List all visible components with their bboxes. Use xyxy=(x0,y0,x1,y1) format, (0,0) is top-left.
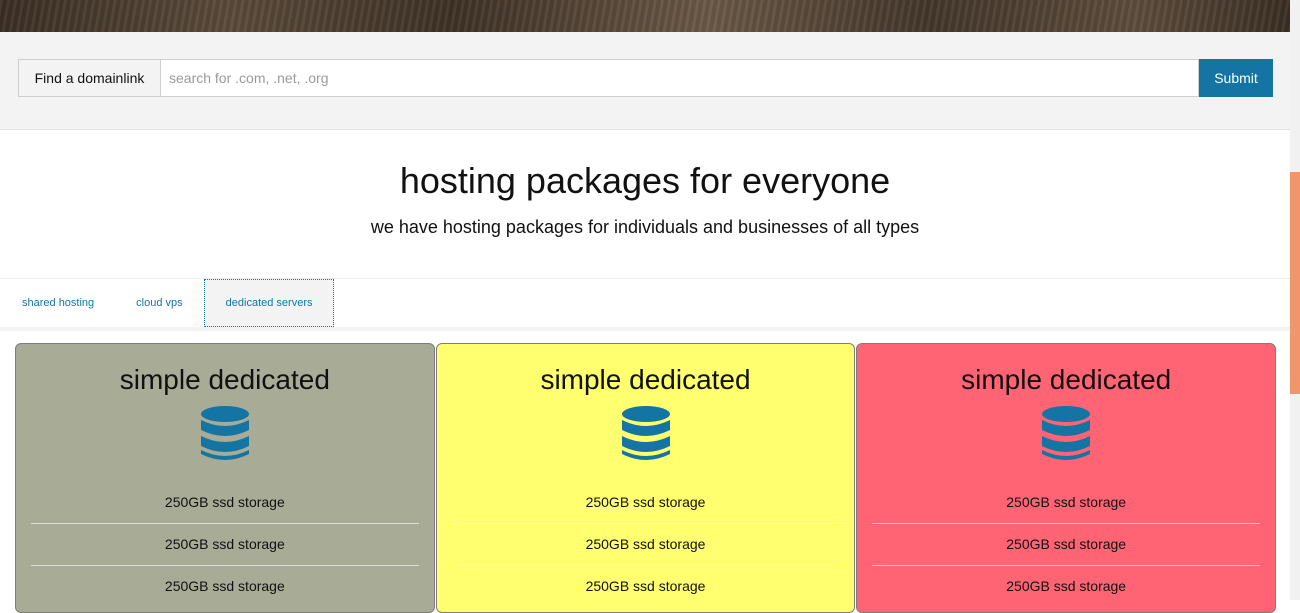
page-title: hosting packages for everyone xyxy=(399,160,891,201)
feature-item: 250GB ssd storage xyxy=(585,578,706,594)
card-title: simple dedicated xyxy=(540,364,751,395)
database-icon xyxy=(1042,406,1091,460)
database-icon xyxy=(200,406,249,460)
feature-item: 250GB ssd storage xyxy=(451,524,840,566)
domain-search-input[interactable] xyxy=(161,59,1199,97)
scrollbar-thumb[interactable] xyxy=(1290,172,1300,394)
feature-item: 250GB ssd storage xyxy=(164,578,285,594)
hosting-tabs: shared hosting cloud vps dedicated serve… xyxy=(0,278,1290,331)
hero-image-strip xyxy=(0,0,1290,32)
tab-shared-hosting[interactable]: shared hosting xyxy=(0,279,115,327)
database-icon xyxy=(621,406,670,460)
scrollbar[interactable] xyxy=(1290,0,1300,600)
tab-dedicated-servers[interactable]: dedicated servers xyxy=(203,279,335,327)
feature-item: 250GB ssd storage xyxy=(872,482,1261,524)
feature-list: 250GB ssd storage 250GB ssd storage 250G… xyxy=(31,482,419,607)
feature-list: 250GB ssd storage 250GB ssd storage 250G… xyxy=(872,482,1261,607)
pricing-card: simple dedicated 250GB ssd storage 250GB… xyxy=(435,343,856,613)
feature-item: 250GB ssd storage xyxy=(31,524,419,566)
pricing-card: simple dedicated 250GB ssd storage 250GB… xyxy=(856,343,1277,613)
page-subtitle: we have hosting packages for individuals… xyxy=(370,217,920,237)
card-title: simple dedicated xyxy=(961,364,1172,395)
domain-search-band: Find a domainlink Submit xyxy=(0,32,1290,130)
feature-item: 250GB ssd storage xyxy=(451,482,840,524)
feature-item: 250GB ssd storage xyxy=(31,482,419,524)
feature-item: 250GB ssd storage xyxy=(1006,578,1127,594)
pricing-card: simple dedicated 250GB ssd storage 250GB… xyxy=(15,343,435,613)
pricing-cards: simple dedicated 250GB ssd storage 250GB… xyxy=(15,343,1277,613)
submit-button[interactable]: Submit xyxy=(1199,59,1273,97)
domain-search-label: Find a domainlink xyxy=(18,59,161,97)
domain-search-form: Find a domainlink Submit xyxy=(18,59,1273,97)
feature-item: 250GB ssd storage xyxy=(872,524,1261,566)
feature-list: 250GB ssd storage 250GB ssd storage 250G… xyxy=(451,482,840,607)
card-title: simple dedicated xyxy=(119,364,330,395)
tab-cloud-vps[interactable]: cloud vps xyxy=(115,279,203,327)
